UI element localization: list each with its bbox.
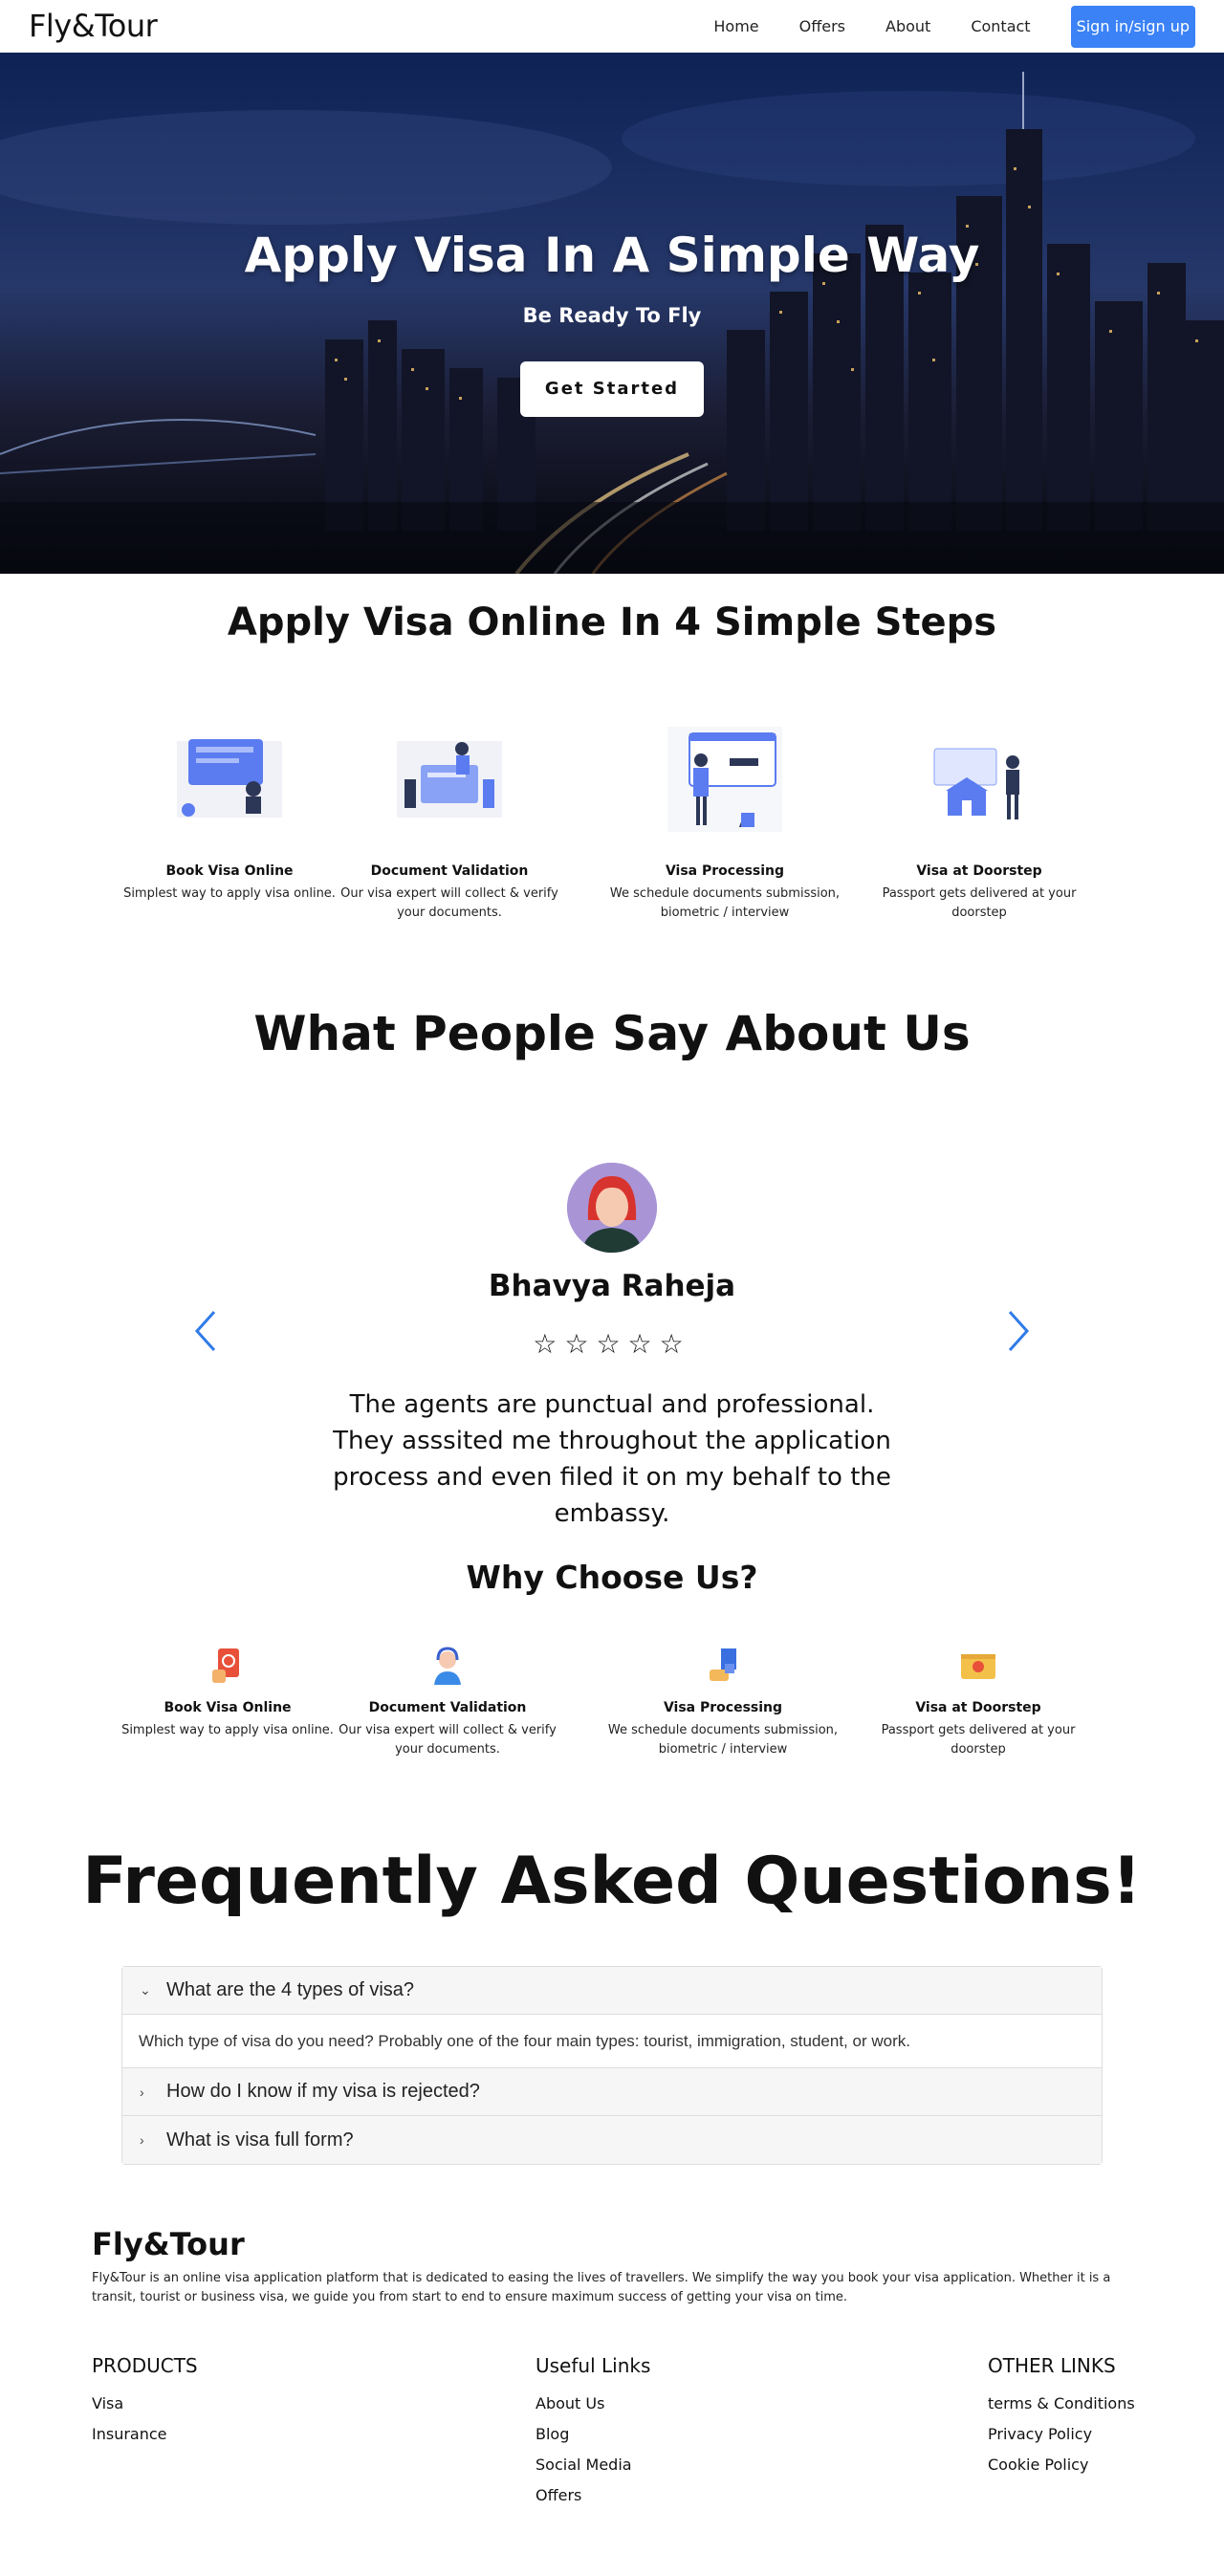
faq-heading: Frequently Asked Questions! [82, 1844, 1142, 1919]
steps-heading: Apply Visa Online In 4 Simple Steps [227, 600, 997, 644]
footer-useful-links-column: Useful Links About Us Blog Social Media … [536, 2354, 650, 2517]
navbar: Fly&Tour Home Offers About Contact Sign … [0, 0, 1224, 53]
step-document-validation: Document Validation Our visa expert will… [325, 722, 574, 923]
chevron-right-icon: › [140, 2084, 144, 2100]
hero-subtitle: Be Ready To Fly [522, 304, 702, 327]
why-item-desc: Simplest way to apply visa online. [121, 1723, 334, 1737]
faq-accordion: ⌄ What are the 4 types of visa? Which ty… [121, 1966, 1103, 2165]
reviewer-avatar [567, 1163, 657, 1253]
step-visa-processing: Visa Processing We schedule documents su… [601, 722, 849, 923]
nav-about-link[interactable]: About [885, 6, 930, 48]
book-visa-illustration-icon [167, 722, 292, 846]
step-desc: We schedule documents submission, biomet… [609, 886, 841, 920]
carousel-prev-arrow-icon[interactable] [191, 1308, 220, 1354]
footer-link-about-us[interactable]: About Us [536, 2394, 650, 2412]
documents-hand-icon [702, 1645, 744, 1687]
faq-question-text: What is visa full form? [166, 2128, 354, 2150]
step-desc: Passport gets delivered at your doorstep [882, 886, 1077, 920]
hero-title: Apply Visa In A Simple Way [244, 228, 980, 283]
document-validation-illustration-icon [387, 722, 512, 846]
carousel-next-arrow-icon[interactable] [1004, 1308, 1033, 1354]
footer-brand: Fly&Tour [92, 2226, 245, 2262]
footer-link-visa[interactable]: Visa [92, 2394, 198, 2412]
step-title: Visa at Doorstep [916, 863, 1042, 879]
why-book-visa: Book Visa Online Simplest way to apply v… [103, 1645, 352, 1740]
footer-column-title: OTHER LINKS [988, 2354, 1116, 2377]
nav-links: Home Offers About Contact Sign in/sign u… [713, 6, 1195, 48]
footer-description: Fly&Tour is an online visa application p… [92, 2271, 1111, 2304]
footer-other-links-column: OTHER LINKS terms & Conditions Privacy P… [988, 2354, 1135, 2486]
chevron-right-icon: › [140, 2132, 144, 2148]
step-desc: Simplest way to apply visa online. [123, 886, 336, 901]
get-started-button[interactable]: Get Started [520, 361, 704, 417]
footer-column-title: Useful Links [536, 2354, 651, 2377]
step-book-visa: Book Visa Online Simplest way to apply v… [105, 722, 354, 904]
why-item-title: Visa Processing [663, 1700, 783, 1715]
footer-link-insurance[interactable]: Insurance [92, 2425, 198, 2443]
visa-doorstep-illustration-icon [917, 722, 1041, 846]
signin-button[interactable]: Sign in/sign up [1070, 6, 1195, 48]
faq-question-1[interactable]: ⌄ What are the 4 types of visa? [122, 1967, 1102, 2015]
footer-link-terms[interactable]: terms & Conditions [988, 2394, 1135, 2412]
faq-question-2[interactable]: › How do I know if my visa is rejected? [122, 2068, 1102, 2116]
testimonials-heading: What People Say About Us [253, 1006, 971, 1061]
step-title: Book Visa Online [165, 863, 294, 879]
why-choose-heading: Why Choose Us? [466, 1559, 758, 1596]
nav-offers-link[interactable]: Offers [799, 6, 845, 48]
step-visa-doorstep: Visa at Doorstep Passport gets delivered… [855, 722, 1104, 923]
brand-logo[interactable]: Fly&Tour [29, 8, 158, 44]
footer-link-social-media[interactable]: Social Media [536, 2456, 650, 2474]
why-item-desc: Our visa expert will collect & verify yo… [339, 1723, 557, 1757]
review-text: The agents are punctual and professional… [333, 1390, 891, 1528]
footer-link-privacy[interactable]: Privacy Policy [988, 2425, 1135, 2443]
delivery-box-icon [957, 1645, 999, 1687]
step-title: Document Validation [370, 863, 529, 879]
footer-link-offers[interactable]: Offers [536, 2486, 650, 2504]
visa-processing-illustration-icon [663, 722, 787, 846]
faq-question-text: What are the 4 types of visa? [166, 1979, 415, 2000]
why-item-title: Book Visa Online [164, 1700, 292, 1715]
hero-section: Apply Visa In A Simple Way Be Ready To F… [0, 53, 1224, 574]
footer-column-title: PRODUCTS [92, 2354, 198, 2377]
why-visa-doorstep: Visa at Doorstep Passport gets delivered… [854, 1645, 1103, 1759]
why-item-desc: Passport gets delivered at your doorstep [881, 1723, 1076, 1757]
step-title: Visa Processing [665, 863, 785, 879]
nav-home-link[interactable]: Home [713, 6, 758, 48]
footer-products-column: PRODUCTS Visa Insurance [92, 2354, 198, 2456]
footer-link-blog[interactable]: Blog [536, 2425, 650, 2443]
why-item-title: Document Validation [368, 1700, 527, 1715]
nav-contact-link[interactable]: Contact [971, 6, 1030, 48]
passport-icon [207, 1645, 249, 1687]
faq-question-3[interactable]: › What is visa full form? [122, 2116, 1102, 2164]
faq-question-text: How do I know if my visa is rejected? [166, 2081, 480, 2102]
step-desc: Our visa expert will collect & verify yo… [340, 886, 558, 920]
faq-answer-1: Which type of visa do you need? Probably… [122, 2015, 1102, 2068]
chevron-down-icon: ⌄ [140, 1982, 151, 1997]
rating-stars: ☆☆☆☆☆ [533, 1328, 691, 1360]
footer-link-cookie[interactable]: Cookie Policy [988, 2456, 1135, 2474]
why-item-title: Visa at Doorstep [915, 1700, 1041, 1715]
why-item-desc: We schedule documents submission, biomet… [607, 1723, 839, 1757]
why-document-validation: Document Validation Our visa expert will… [323, 1645, 572, 1759]
support-agent-icon [426, 1645, 469, 1687]
why-visa-processing: Visa Processing We schedule documents su… [599, 1645, 847, 1759]
reviewer-name: Bhavya Raheja [488, 1269, 736, 1303]
